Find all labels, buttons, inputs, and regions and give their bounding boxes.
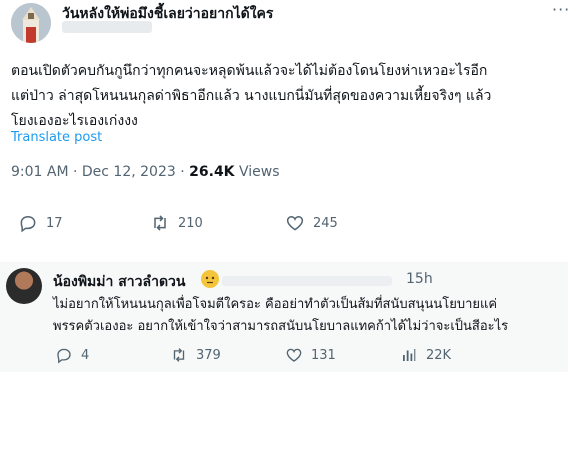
reply-repost-count: 379 (196, 347, 221, 363)
like-icon (286, 348, 302, 362)
tweet-time[interactable]: 9:01 AM · Dec 12, 2023 · (11, 164, 189, 180)
reply-avatar[interactable] (6, 268, 42, 304)
tweet-meta: 9:01 AM · Dec 12, 2023 · 26.4K Views (11, 164, 280, 180)
reply-like-count: 131 (311, 347, 336, 363)
emoji-icon (201, 270, 219, 288)
repost-icon (173, 348, 185, 362)
author-handle-redacted (62, 21, 152, 33)
reply-views-button[interactable]: 22K (400, 346, 451, 364)
reply-like-button[interactable]: 131 (285, 346, 336, 364)
like-icon (286, 216, 304, 231)
reply-author-name[interactable]: น้องพิมม่า สาวลำดวน (53, 271, 185, 293)
views-count: 26.4K (189, 164, 235, 180)
tweet-body: ตอนเปิดตัวคบกันกูนึกว่าทุกคนจะหลุดพ้นแล้… (11, 63, 492, 129)
repost-count: 210 (178, 215, 203, 231)
reply-button[interactable]: 17 (18, 213, 63, 233)
reply-icon (57, 348, 71, 364)
like-count: 245 (313, 215, 338, 231)
repost-button[interactable]: 210 (150, 213, 203, 233)
reply-repost-button[interactable]: 379 (170, 346, 221, 364)
like-button[interactable]: 245 (285, 213, 338, 233)
repost-icon (154, 215, 166, 231)
translate-link[interactable]: Translate post (11, 130, 102, 145)
reply-body: ไม่อยากให้โหนนนกุลเพื่อโจมตีใครอะ คืออย่… (53, 297, 509, 334)
reply-reply-count: 4 (81, 347, 90, 363)
reply-views-count: 22K (426, 347, 452, 363)
author-avatar[interactable] (11, 3, 51, 43)
reply-icon (20, 215, 36, 233)
reply-count: 17 (46, 215, 63, 231)
more-icon[interactable]: ··· (552, 0, 570, 19)
views-icon (403, 349, 416, 361)
reply-handle-redacted (222, 276, 392, 286)
views-label: Views (234, 164, 280, 180)
reply-time[interactable]: 15h (406, 271, 433, 287)
reply-reply-button[interactable]: 4 (55, 346, 89, 364)
